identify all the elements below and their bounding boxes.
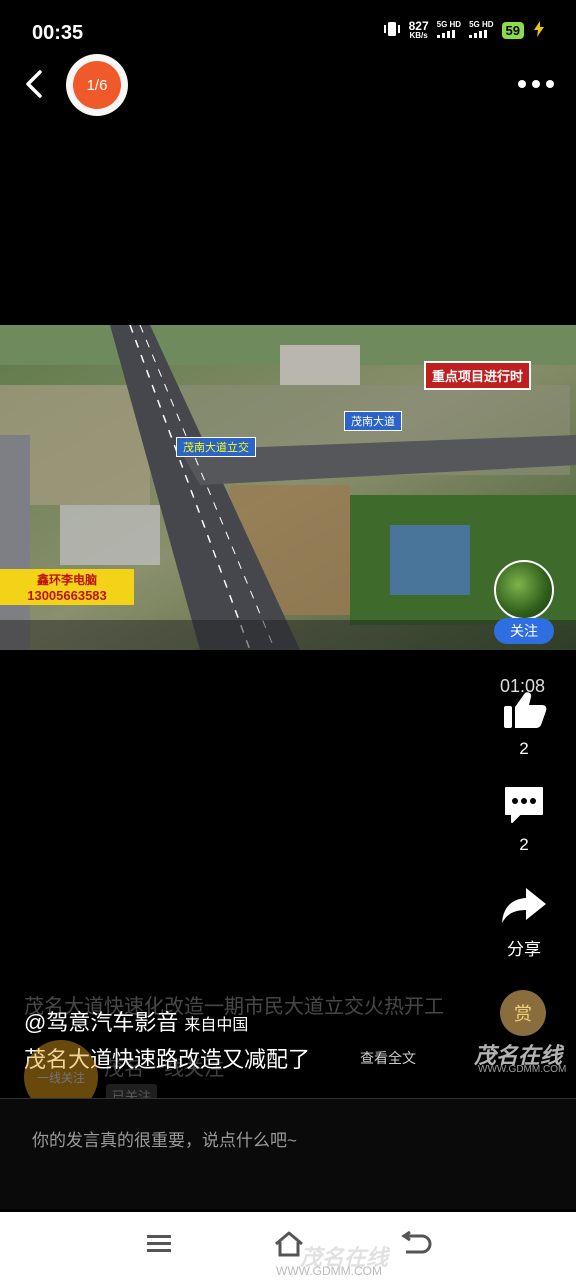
nav-watermark-url: WWW.GDMM.COM — [276, 1264, 382, 1278]
author-name: @驾意汽车影音 — [24, 1010, 179, 1035]
page-indicator[interactable]: 1/6 — [66, 54, 128, 116]
back-button[interactable] — [18, 64, 58, 104]
road-sign-label: 茂南大道 — [344, 411, 402, 431]
net-speed: 827 — [408, 18, 429, 33]
status-icons: 827 KB/s 5G HD 5G HD 59 — [383, 20, 546, 41]
watermark-url: WWW.GDMM.COM — [478, 1064, 567, 1075]
avatar — [494, 560, 554, 620]
return-icon — [401, 1230, 432, 1254]
comment-icon — [505, 787, 543, 823]
sim1-label: 5G HD — [436, 20, 462, 29]
more-options-button[interactable] — [518, 76, 554, 92]
ad-phone: 13005663583 — [27, 588, 107, 603]
vibrate-icon — [383, 21, 401, 40]
comment-input-bar[interactable] — [0, 1098, 576, 1209]
menu-icon — [147, 1235, 171, 1252]
signal-icon — [469, 30, 493, 41]
video-overlay-label: 重点项目进行时 — [424, 361, 532, 390]
thumbs-up-icon — [504, 692, 547, 728]
view-full-text-link[interactable]: 查看全文 — [360, 1048, 416, 1068]
author-source: 来自中国 — [184, 1017, 249, 1034]
share-label: 分享 — [507, 940, 541, 959]
page-indicator-label: 1/6 — [73, 61, 121, 109]
comment-count: 2 — [519, 835, 529, 854]
follow-button[interactable]: 关注 — [494, 618, 554, 644]
share-icon — [502, 888, 546, 923]
signal-icon — [436, 30, 461, 41]
back-nav-button[interactable] — [398, 1230, 432, 1258]
status-time: 00:35 — [32, 22, 84, 44]
share-button[interactable]: 分享 — [494, 886, 554, 960]
sim2-label: 5G HD — [469, 20, 494, 29]
author-line[interactable]: @驾意汽车影音 来自中国 — [24, 1005, 248, 1037]
charging-icon — [532, 21, 546, 40]
like-button[interactable]: 2 — [494, 690, 554, 759]
battery-level: 59 — [501, 22, 524, 39]
comment-button[interactable]: 2 — [494, 784, 554, 855]
road-sign-label: 茂南大道立交 — [176, 437, 256, 457]
ad-title: 鑫环李电脑 — [36, 573, 97, 587]
reward-button[interactable]: 赏 — [500, 990, 546, 1036]
video-player[interactable]: 重点项目进行时 茂南大道 茂南大道立交 鑫环李电脑 13005663583 — [0, 325, 576, 650]
dot-icon — [532, 80, 540, 88]
net-unit: KB/s — [409, 30, 428, 40]
video-ad-banner: 鑫环李电脑 13005663583 — [0, 569, 134, 605]
like-count: 2 — [519, 739, 529, 758]
dot-icon — [546, 80, 554, 88]
menu-button[interactable] — [144, 1230, 178, 1258]
comment-input-placeholder[interactable]: 你的发言真的很重要，说点什么吧~ — [32, 1126, 297, 1151]
chevron-left-icon — [26, 70, 42, 98]
dot-icon — [518, 80, 526, 88]
ghost-account-name: 茂名一线关注 — [104, 1058, 224, 1080]
